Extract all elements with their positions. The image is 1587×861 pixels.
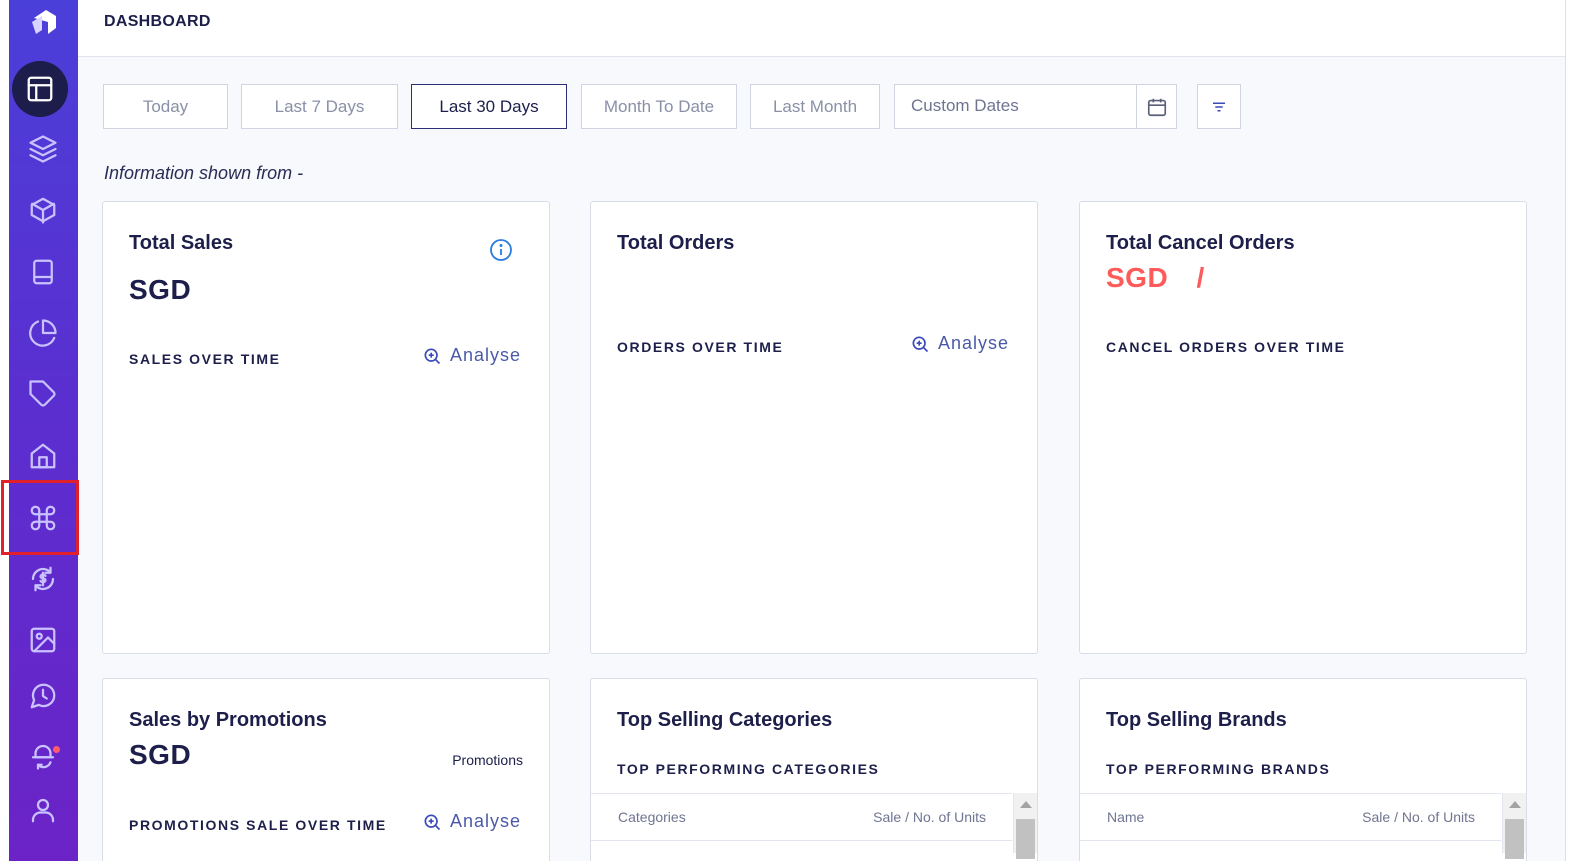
analyse-label: Analyse — [449, 811, 521, 831]
user-icon — [31, 798, 55, 823]
analyse-button[interactable]: Analyse — [910, 333, 1009, 354]
filter-icon — [1213, 102, 1225, 111]
filter-month-to-date-button[interactable]: Month To Date — [581, 84, 737, 129]
nav-notifications[interactable] — [23, 736, 63, 776]
table-header: Categories Sale / No. of Units — [591, 793, 1012, 841]
card-subtitle: TOP PERFORMING BRANDS — [1106, 761, 1331, 777]
highlight-box — [1, 480, 79, 555]
card-title: Top Selling Brands — [1106, 709, 1287, 731]
cancel-currency: SGD — [1106, 262, 1169, 293]
bell-sync-icon — [31, 744, 55, 770]
custom-dates-field[interactable]: Custom Dates — [894, 84, 1177, 129]
total-sales-card: Total Sales SGD SALES OVER TIME Analyse — [102, 201, 550, 654]
custom-dates-label: Custom Dates — [911, 96, 1019, 115]
cancel-value: SGD / — [1106, 262, 1205, 294]
layers-icon — [29, 135, 57, 163]
home-icon — [30, 443, 56, 469]
card-title: Total Sales — [129, 232, 234, 254]
analyse-button[interactable]: Analyse — [422, 811, 521, 832]
card-subtitle: CANCEL ORDERS OVER TIME — [1106, 339, 1346, 355]
total-cancel-orders-card: Total Cancel Orders SGD / CANCEL ORDERS … — [1079, 201, 1527, 654]
card-title: Total Orders — [617, 232, 735, 254]
filter-last-30-days-button[interactable]: Last 30 Days — [411, 84, 567, 129]
logo-icon[interactable] — [28, 6, 60, 38]
column-header: Categories — [618, 809, 686, 825]
nav-products[interactable] — [23, 190, 63, 230]
pie-chart-icon — [29, 319, 57, 347]
nav-finance[interactable] — [23, 559, 63, 599]
notification-dot — [53, 746, 60, 753]
card-subtitle: TOP PERFORMING CATEGORIES — [617, 761, 880, 777]
calendar-icon[interactable] — [1136, 85, 1176, 128]
scroll-up-icon[interactable] — [1020, 801, 1032, 808]
nav-media[interactable] — [23, 620, 63, 660]
card-subtitle: ORDERS OVER TIME — [617, 339, 784, 355]
filter-today-button[interactable]: Today — [103, 84, 228, 129]
top-categories-card: Top Selling Categories TOP PERFORMING CA… — [590, 678, 1038, 861]
book-icon — [33, 259, 53, 285]
promotions-value: SGD — [129, 739, 192, 770]
nav-store[interactable] — [23, 436, 63, 476]
promotions-label: Promotions — [452, 752, 523, 768]
scroll-up-icon[interactable] — [1509, 801, 1521, 808]
scroll-thumb[interactable] — [1505, 819, 1524, 859]
nav-tags[interactable] — [23, 374, 63, 414]
promotions-card: Sales by Promotions SGD Promotions PROMO… — [102, 678, 550, 861]
box-icon — [30, 197, 56, 224]
nav-layers[interactable] — [23, 129, 63, 169]
card-title: Top Selling Categories — [617, 709, 833, 731]
zoom-icon — [424, 348, 441, 364]
info-icon[interactable] — [489, 238, 513, 267]
scrollbar[interactable] — [1013, 793, 1037, 859]
analyse-label: Analyse — [937, 333, 1009, 353]
left-edge — [0, 0, 9, 861]
analyse-button[interactable]: Analyse — [422, 345, 521, 366]
scroll-thumb[interactable] — [1016, 819, 1035, 859]
top-brands-card: Top Selling Brands TOP PERFORMING BRANDS… — [1079, 678, 1527, 861]
zoom-icon — [912, 336, 929, 352]
tag-icon — [29, 380, 56, 407]
column-header: Sale / No. of Units — [873, 809, 986, 825]
nav-profile[interactable] — [23, 790, 63, 830]
dollar-refresh-icon — [31, 566, 55, 592]
column-header: Sale / No. of Units — [1362, 809, 1475, 825]
chat-icon — [30, 683, 56, 709]
card-title: Sales by Promotions — [129, 709, 327, 731]
total-orders-card: Total Orders ORDERS OVER TIME Analyse — [590, 201, 1038, 654]
card-subtitle: SALES OVER TIME — [129, 351, 281, 367]
column-header: Name — [1107, 809, 1145, 825]
sidebar — [9, 0, 78, 861]
page-title: DASHBOARD — [104, 13, 211, 30]
scrollbar[interactable] — [1502, 793, 1526, 859]
nav-catalog[interactable] — [23, 252, 63, 292]
zoom-icon — [424, 814, 441, 830]
nav-reports[interactable] — [23, 313, 63, 353]
filter-last-month-button[interactable]: Last Month — [750, 84, 880, 129]
info-line: Information shown from - — [104, 163, 304, 183]
nav-support[interactable] — [23, 676, 63, 716]
cancel-separator: / — [1196, 262, 1205, 293]
top-bar: DASHBOARD — [78, 0, 1565, 57]
dashboard-icon — [27, 76, 53, 102]
filter-last-7-days-button[interactable]: Last 7 Days — [241, 84, 398, 129]
image-icon — [30, 627, 56, 653]
sales-value: SGD — [129, 274, 192, 305]
table-header: Name Sale / No. of Units — [1080, 793, 1501, 841]
nav-dashboard[interactable] — [12, 61, 68, 117]
card-title: Total Cancel Orders — [1106, 232, 1295, 254]
right-edge — [1565, 0, 1587, 861]
analyse-label: Analyse — [449, 345, 521, 365]
card-subtitle: PROMOTIONS SALE OVER TIME — [129, 817, 387, 833]
filter-options-button[interactable] — [1197, 84, 1241, 129]
